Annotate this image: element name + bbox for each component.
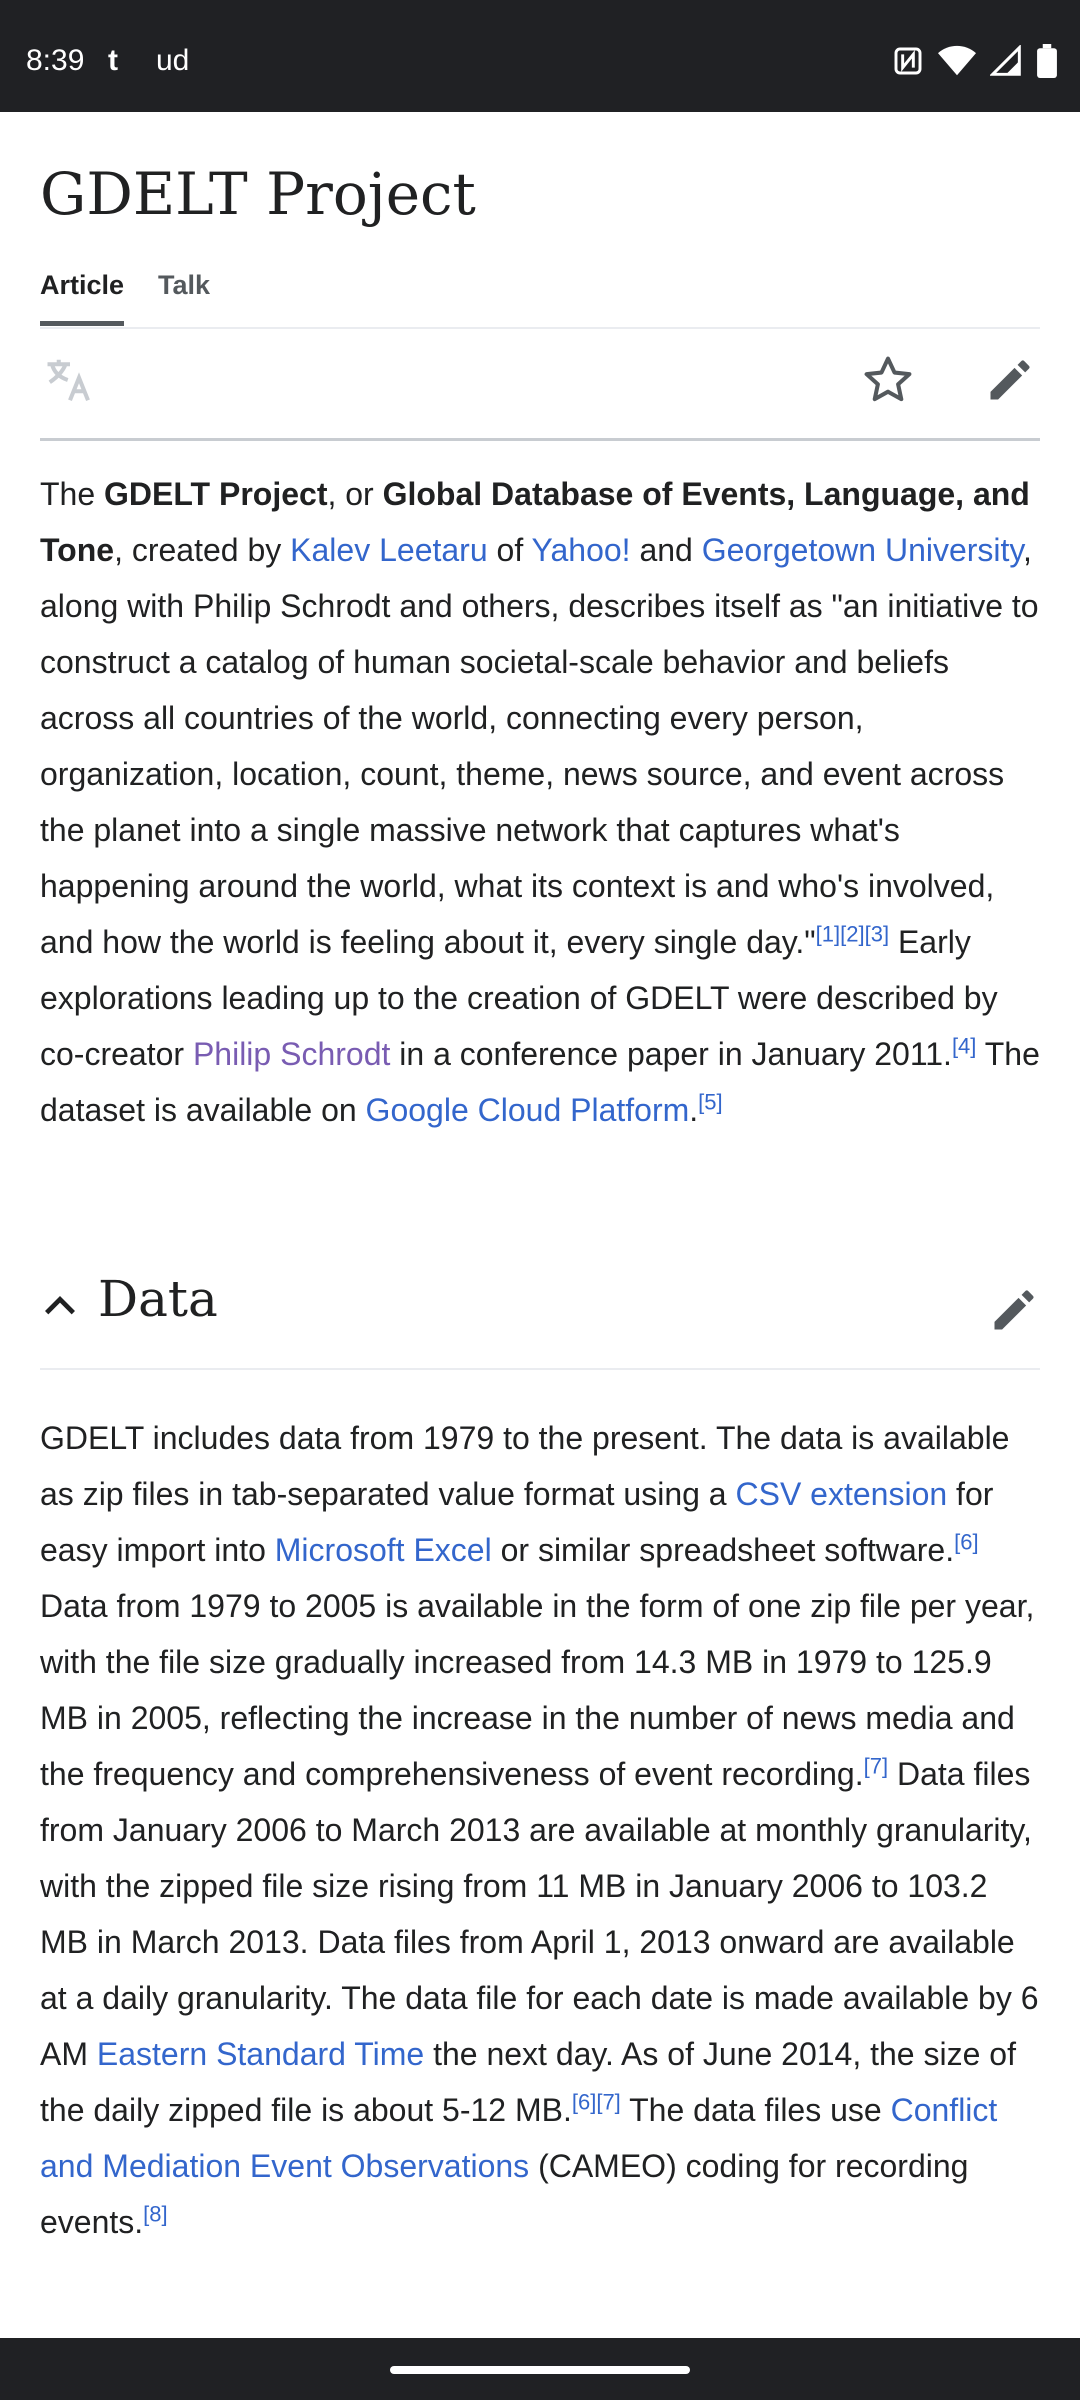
text: , along with Philip Schrodt and others, …: [40, 532, 1039, 960]
link-yahoo[interactable]: Yahoo!: [532, 532, 631, 568]
article-tabs: Article Talk: [40, 270, 210, 326]
tumblr-icon: t: [108, 44, 118, 77]
udp-icon: ud: [156, 44, 190, 77]
reference-link[interactable]: [6]: [572, 2089, 596, 2114]
reference-link[interactable]: [7]: [864, 1753, 888, 1778]
link-google-cloud-platform[interactable]: Google Cloud Platform: [366, 1092, 690, 1128]
reference-link[interactable]: [5]: [698, 1089, 722, 1114]
text: , created by: [114, 532, 291, 568]
watch-star-icon[interactable]: [858, 350, 918, 410]
page-title: GDELT Project: [40, 160, 476, 228]
text: of: [487, 532, 532, 568]
clock: 8:39: [26, 44, 85, 77]
nfc-icon: [894, 47, 922, 75]
text: The: [40, 476, 105, 512]
wifi-icon: [938, 45, 976, 76]
link-kalev-leetaru[interactable]: Kalev Leetaru: [290, 532, 487, 568]
link-georgetown-university[interactable]: Georgetown University: [702, 532, 1023, 568]
text: The data files use: [620, 2092, 891, 2128]
chevron-up-icon[interactable]: [40, 1286, 80, 1326]
intro-paragraph: The GDELT Project, or Global Database of…: [40, 466, 1040, 1138]
reference-link[interactable]: [4]: [952, 1033, 976, 1058]
reference-link[interactable]: [3]: [865, 921, 889, 946]
link-eastern-standard-time[interactable]: Eastern Standard Time: [97, 2036, 424, 2072]
text: , or: [327, 476, 383, 512]
edit-pencil-icon[interactable]: [980, 350, 1040, 410]
link-csv-extension[interactable]: CSV extension: [735, 1476, 947, 1512]
page-actions-toolbar: [40, 328, 1040, 441]
link-philip-schrodt[interactable]: Philip Schrodt: [193, 1036, 390, 1072]
text: or similar spreadsheet software.: [491, 1532, 955, 1568]
reference-link[interactable]: [7]: [596, 2089, 620, 2114]
article-page: GDELT Project Article Talk The GDELT Pro…: [40, 112, 1040, 2240]
bold-term: GDELT Project: [104, 476, 328, 512]
section-edit-pencil-icon[interactable]: [988, 1284, 1040, 1336]
tab-talk[interactable]: Talk: [158, 270, 210, 326]
system-icons: [892, 44, 1058, 78]
text: .: [689, 1092, 699, 1128]
link-microsoft-excel[interactable]: Microsoft Excel: [275, 1532, 492, 1568]
tab-article[interactable]: Article: [40, 270, 125, 326]
text: in a conference paper in January 2011.: [390, 1036, 952, 1072]
section-heading: Data: [98, 1270, 218, 1328]
reference-link[interactable]: [6]: [954, 1529, 978, 1554]
data-section-paragraph: GDELT includes data from 1979 to the pre…: [40, 1410, 1040, 2250]
text: and: [630, 532, 702, 568]
text: Data files from January 2006 to March 20…: [40, 1756, 1039, 2072]
status-bar: 8:39 t ud: [0, 0, 1080, 112]
section-header-data[interactable]: Data: [40, 1256, 1040, 1370]
signal-icon: [990, 45, 1021, 76]
home-gesture-handle[interactable]: [390, 2366, 690, 2374]
gesture-nav-bar: [0, 2338, 1080, 2400]
reference-link[interactable]: [2]: [840, 921, 864, 946]
language-icon[interactable]: [40, 350, 100, 410]
reference-link[interactable]: [1]: [816, 921, 840, 946]
reference-link[interactable]: [8]: [143, 2201, 167, 2226]
battery-icon: [1037, 44, 1057, 78]
